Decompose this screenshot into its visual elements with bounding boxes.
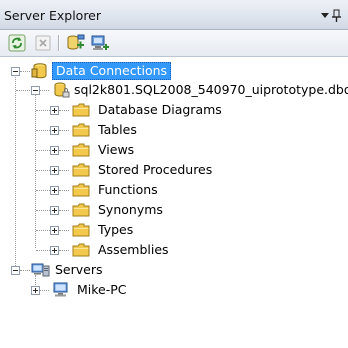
folder-label: Views (98, 142, 135, 157)
connect-database-icon (67, 34, 85, 50)
expand-toggle[interactable] (50, 186, 59, 195)
dropdown-arrow-icon (321, 13, 329, 18)
stop-icon (35, 35, 51, 51)
connect-server-icon (91, 35, 109, 50)
folder-icon (72, 123, 90, 139)
tree-node-data-connections[interactable]: Data Connections (0, 62, 348, 82)
folder-icon (72, 243, 90, 259)
tree-node-folder[interactable]: Tables (0, 121, 348, 141)
folder-label: Tables (98, 122, 137, 137)
folder-icon (72, 103, 90, 119)
computer-icon (52, 282, 70, 298)
data-connections-icon (31, 63, 49, 79)
server-explorer-tree: Data Connections sql2k801.SQL2008_540970… (0, 57, 348, 348)
folder-icon (72, 163, 90, 179)
expand-toggle[interactable] (50, 146, 59, 155)
data-connections-label: Data Connections (52, 62, 172, 80)
connection-label: sql2k801.SQL2008_540970_uiprototype.dbo (74, 82, 348, 97)
pin-icon (332, 9, 341, 22)
connect-to-server-button[interactable] (90, 34, 109, 52)
expand-toggle[interactable] (50, 126, 59, 135)
folder-label: Types (98, 222, 134, 237)
panel-dropdown-button[interactable] (320, 8, 342, 24)
folder-icon (72, 143, 90, 159)
folder-label: Functions (98, 182, 158, 197)
tree-node-servers[interactable]: Servers (0, 261, 348, 281)
server-machine-label: Mike-PC (77, 282, 127, 297)
folder-icon (72, 223, 90, 239)
servers-icon (31, 262, 50, 278)
toolbar (0, 30, 348, 57)
expand-toggle[interactable] (50, 166, 59, 175)
tree-node-folder[interactable]: Functions (0, 181, 348, 201)
stop-refresh-button[interactable] (34, 34, 52, 52)
tree-node-folder[interactable]: Types (0, 221, 348, 241)
folder-label: Database Diagrams (98, 102, 222, 117)
expand-toggle[interactable] (50, 106, 59, 115)
folder-label: Synonyms (98, 202, 163, 217)
folder-icon (72, 203, 90, 219)
connect-to-database-button[interactable] (66, 34, 85, 52)
expand-toggle[interactable] (31, 286, 40, 295)
refresh-button[interactable] (8, 34, 26, 52)
refresh-icon (8, 34, 26, 52)
database-connection-icon (52, 82, 70, 98)
tree-node-server-machine[interactable]: Mike-PC (0, 281, 348, 301)
panel-title-bar[interactable]: Server Explorer (0, 0, 348, 30)
collapse-toggle[interactable] (11, 266, 20, 275)
expand-toggle[interactable] (50, 226, 59, 235)
tree-node-folder[interactable]: Database Diagrams (0, 101, 348, 121)
servers-label: Servers (55, 262, 103, 277)
tree-node-connection[interactable]: sql2k801.SQL2008_540970_uiprototype.dbo (0, 81, 348, 101)
tree-node-folder[interactable]: Views (0, 141, 348, 161)
folder-label: Assemblies (98, 242, 169, 257)
panel-title: Server Explorer (4, 8, 102, 23)
folder-icon (72, 183, 90, 199)
toolbar-separator (58, 35, 60, 51)
folder-label: Stored Procedures (98, 162, 213, 177)
tree-node-folder[interactable]: Assemblies (0, 241, 348, 261)
expand-toggle[interactable] (50, 246, 59, 255)
collapse-toggle[interactable] (31, 86, 40, 95)
tree-node-folder[interactable]: Synonyms (0, 201, 348, 221)
collapse-toggle[interactable] (11, 67, 20, 76)
tree-node-folder[interactable]: Stored Procedures (0, 161, 348, 181)
expand-toggle[interactable] (50, 206, 59, 215)
